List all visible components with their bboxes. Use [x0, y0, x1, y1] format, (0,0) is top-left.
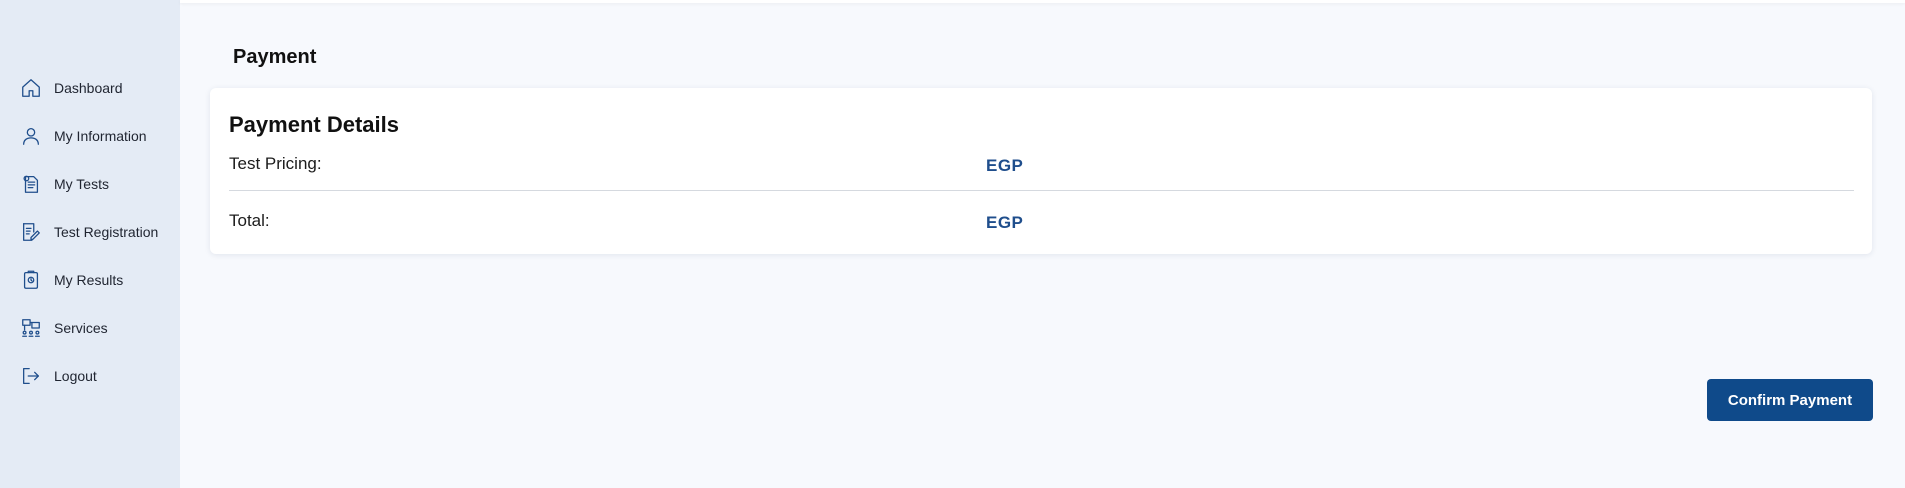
- home-icon: [20, 77, 42, 99]
- user-icon: [20, 125, 42, 147]
- sidebar-item-my-results[interactable]: My Results: [0, 256, 180, 304]
- tests-icon: [20, 173, 42, 195]
- sidebar-item-label: Logout: [54, 368, 97, 384]
- payment-details-card: Payment Details Test Pricing: EGP Total:…: [210, 88, 1872, 254]
- sidebar-item-test-registration[interactable]: Test Registration: [0, 208, 180, 256]
- app-root: Dashboard My Information My Tests Test R…: [0, 0, 1905, 488]
- payment-details-title: Payment Details: [229, 112, 399, 137]
- sidebar-item-services[interactable]: Services: [0, 304, 180, 352]
- confirm-payment-button[interactable]: Confirm Payment: [1707, 379, 1873, 421]
- sidebar-nav: Dashboard My Information My Tests Test R…: [0, 64, 180, 400]
- results-icon: [20, 269, 42, 291]
- test-pricing-value: EGP: [986, 156, 1024, 175]
- page-title: Payment: [233, 46, 317, 68]
- test-pricing-label: Test Pricing:: [229, 154, 322, 173]
- sidebar-item-dashboard[interactable]: Dashboard: [0, 64, 180, 112]
- test-pricing-row: Test Pricing: EGP: [229, 150, 1854, 191]
- sidebar-item-label: My Information: [54, 128, 147, 144]
- sidebar-item-label: My Tests: [54, 176, 109, 192]
- sidebar-item-label: My Results: [54, 272, 124, 288]
- total-row: Total: EGP: [229, 207, 1854, 247]
- sidebar-item-my-tests[interactable]: My Tests: [0, 160, 180, 208]
- sidebar-item-label: Services: [54, 320, 108, 336]
- top-bar: [180, 0, 1905, 3]
- logout-icon: [20, 365, 42, 387]
- total-value: EGP: [986, 213, 1024, 232]
- sidebar-item-my-information[interactable]: My Information: [0, 112, 180, 160]
- services-icon: [20, 317, 42, 339]
- sidebar-item-logout[interactable]: Logout: [0, 352, 180, 400]
- total-label: Total:: [229, 211, 270, 230]
- sidebar-item-label: Dashboard: [54, 80, 123, 96]
- sidebar: Dashboard My Information My Tests Test R…: [0, 0, 180, 488]
- registration-icon: [20, 221, 42, 243]
- sidebar-item-label: Test Registration: [54, 224, 159, 240]
